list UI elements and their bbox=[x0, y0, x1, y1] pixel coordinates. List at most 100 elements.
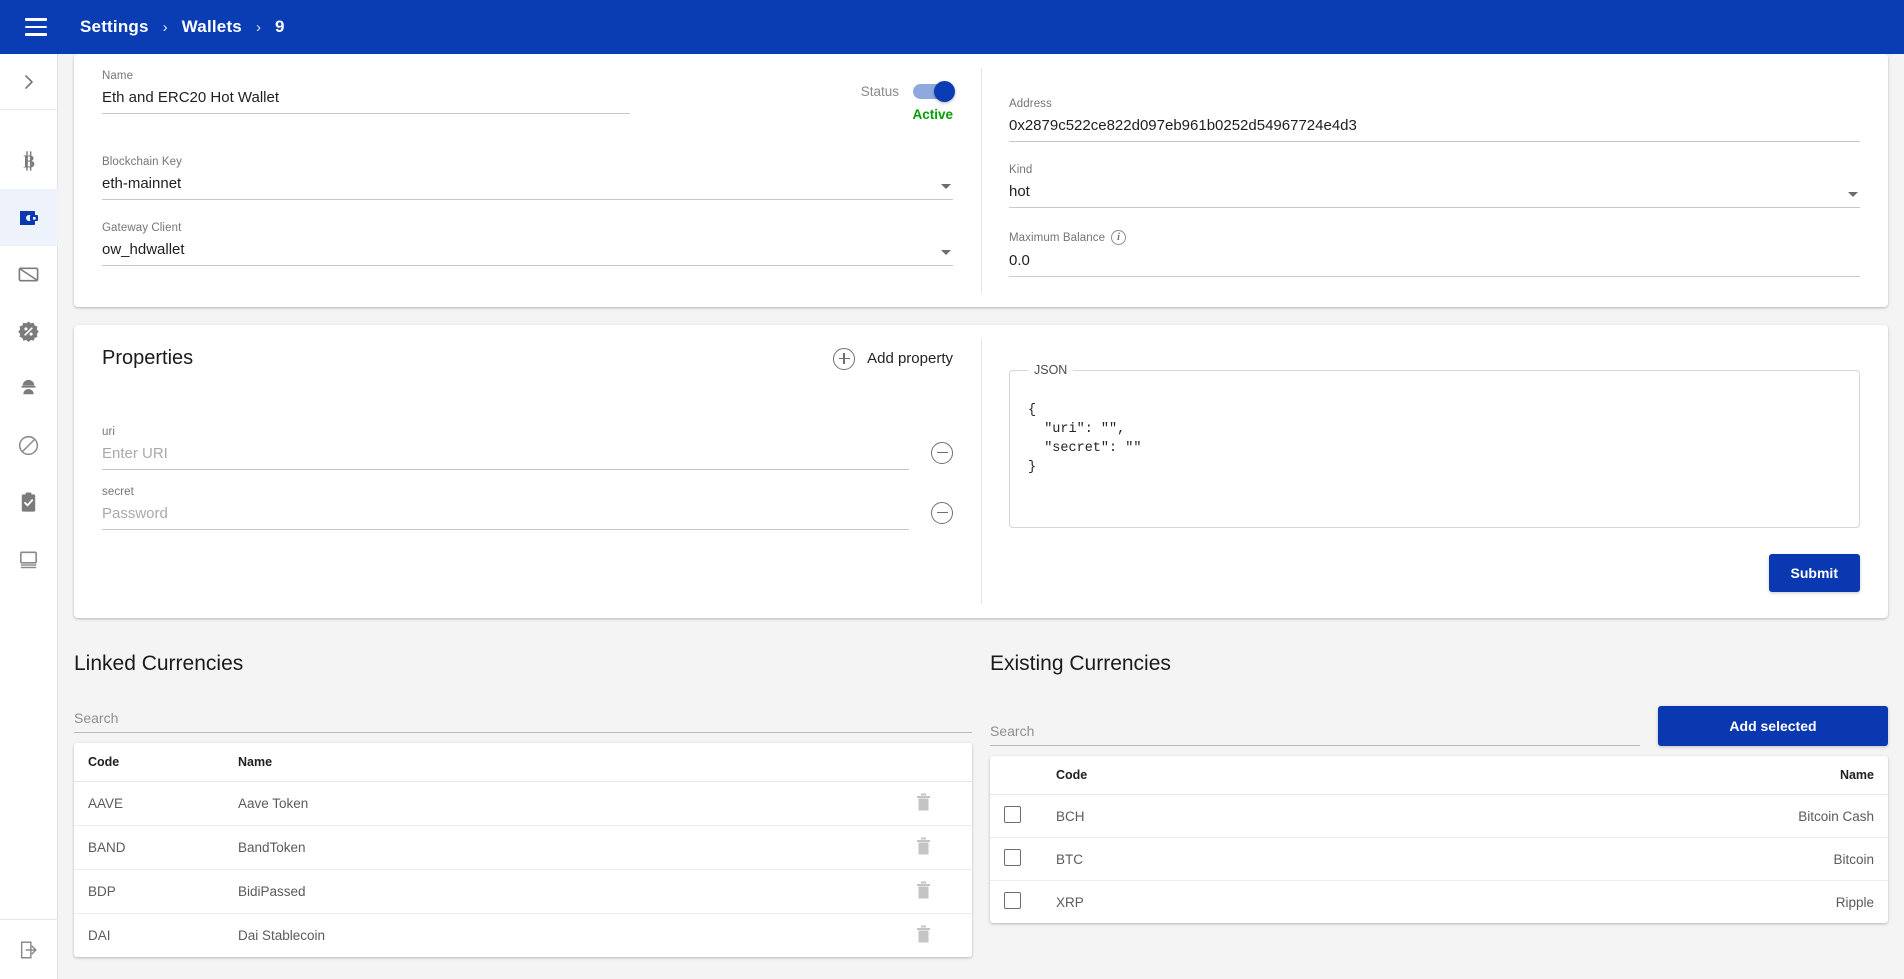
linked-cell-name: BidiPassed bbox=[224, 869, 902, 914]
sidebar-item-approvals[interactable] bbox=[0, 474, 58, 531]
kind-select[interactable] bbox=[1009, 181, 1860, 208]
existing-cell-code: BTC bbox=[1042, 837, 1384, 881]
existing-col-name: Name bbox=[1383, 756, 1888, 795]
trash-icon[interactable] bbox=[916, 925, 931, 943]
add-property-button[interactable]: Add property bbox=[833, 347, 953, 370]
name-input[interactable] bbox=[102, 87, 630, 114]
status-toggle[interactable] bbox=[913, 81, 955, 102]
wallet-details-card: Name Blockchain Key Gateway Client Statu… bbox=[74, 54, 1888, 307]
wallet-details-left: Name Blockchain Key Gateway Client Statu… bbox=[74, 70, 981, 299]
add-property-label: Add property bbox=[867, 350, 953, 367]
sidebar-expand-button[interactable] bbox=[0, 54, 58, 110]
hamburger-menu-icon[interactable] bbox=[14, 5, 58, 49]
sidebar-logout-button[interactable] bbox=[0, 919, 58, 979]
linked-currencies-title: Linked Currencies bbox=[74, 652, 244, 675]
table-row[interactable]: BDP BidiPassed bbox=[74, 869, 972, 914]
sidebar-item-restrictions[interactable] bbox=[0, 417, 58, 474]
properties-title: Properties bbox=[102, 347, 194, 369]
status-value: Active bbox=[912, 107, 953, 122]
existing-search-input[interactable] bbox=[990, 719, 1640, 746]
info-icon[interactable]: i bbox=[1111, 230, 1127, 245]
breadcrumb-item-settings[interactable]: Settings bbox=[80, 17, 149, 37]
breadcrumb: Settings › Wallets › 9 bbox=[80, 17, 285, 37]
remove-property-uri-button[interactable] bbox=[931, 442, 953, 464]
linked-col-actions bbox=[902, 743, 972, 782]
linked-currencies-table: Code Name AAVE Aave Token BAND BandToken… bbox=[74, 743, 972, 957]
linked-currencies-table-card: Code Name AAVE Aave Token BAND BandToken… bbox=[74, 743, 972, 957]
sidebar-item-bitcoin[interactable]: B bbox=[0, 132, 58, 189]
logout-icon bbox=[20, 940, 37, 959]
linked-search-field bbox=[74, 706, 972, 733]
field-maximum-balance: Maximum Balance i bbox=[1009, 230, 1860, 277]
maximum-balance-input[interactable] bbox=[1009, 250, 1860, 277]
sidebar-item-fees[interactable] bbox=[0, 303, 58, 360]
breadcrumb-separator: › bbox=[162, 18, 168, 36]
field-name: Name bbox=[102, 70, 630, 114]
linked-col-code: Code bbox=[74, 743, 224, 782]
currencies-section: Linked Currencies Code Name bbox=[58, 652, 1904, 957]
content-area: Name Blockchain Key Gateway Client Statu… bbox=[58, 54, 1904, 979]
percent-badge-icon bbox=[18, 321, 39, 342]
table-header-row: Code Name bbox=[990, 756, 1888, 795]
table-row[interactable]: XRP Ripple bbox=[990, 881, 1888, 924]
trash-icon[interactable] bbox=[916, 881, 931, 899]
submit-button[interactable]: Submit bbox=[1768, 554, 1860, 592]
field-gateway-client-label: Gateway Client bbox=[102, 222, 182, 234]
monitor-icon bbox=[20, 551, 37, 569]
existing-col-select bbox=[990, 756, 1042, 795]
sidebar-item-cards[interactable] bbox=[0, 246, 58, 303]
row-checkbox[interactable] bbox=[1004, 806, 1021, 823]
existing-cell-name: Bitcoin bbox=[1383, 837, 1888, 881]
field-maximum-balance-label: Maximum Balance i bbox=[1009, 230, 1860, 245]
row-checkbox[interactable] bbox=[1004, 849, 1021, 866]
table-row[interactable]: BCH Bitcoin Cash bbox=[990, 794, 1888, 838]
table-row[interactable]: AAVE Aave Token bbox=[74, 781, 972, 826]
breadcrumb-item-wallets[interactable]: Wallets bbox=[182, 17, 242, 37]
breadcrumb-item-id[interactable]: 9 bbox=[275, 17, 285, 37]
address-input[interactable] bbox=[1009, 115, 1860, 142]
table-row[interactable]: DAI Dai Stablecoin bbox=[74, 914, 972, 958]
blockchain-key-select[interactable] bbox=[102, 173, 953, 200]
property-secret-input[interactable] bbox=[102, 503, 909, 530]
sidebar: B bbox=[0, 54, 58, 979]
field-gateway-client: Gateway Client bbox=[102, 222, 953, 266]
remove-property-secret-button[interactable] bbox=[931, 502, 953, 524]
linked-cell-code: BDP bbox=[74, 869, 224, 914]
existing-col-code: Code bbox=[1042, 756, 1384, 795]
existing-currencies-table: Code Name BCH Bitcoin Cash BTC Bitcoin X… bbox=[990, 756, 1888, 923]
plus-circle-icon bbox=[833, 347, 856, 370]
breadcrumb-separator: › bbox=[255, 18, 261, 36]
linked-search-input[interactable] bbox=[74, 706, 972, 733]
table-row[interactable]: BTC Bitcoin bbox=[990, 837, 1888, 881]
linked-currencies-panel: Linked Currencies Code Name bbox=[74, 652, 972, 957]
property-secret-label: secret bbox=[102, 486, 134, 498]
properties-panel: Properties Add property uri secret bbox=[74, 347, 981, 592]
gateway-client-select[interactable] bbox=[102, 239, 953, 266]
linked-cell-name: Aave Token bbox=[224, 781, 902, 826]
clipboard-check-icon bbox=[21, 492, 36, 512]
status-label: Status bbox=[860, 84, 899, 99]
linked-cell-name: BandToken bbox=[224, 825, 902, 870]
sidebar-item-wallets[interactable] bbox=[0, 189, 58, 246]
field-blockchain-key-label: Blockchain Key bbox=[102, 156, 183, 168]
linked-cell-code: BAND bbox=[74, 825, 224, 870]
field-address: Address bbox=[1009, 98, 1860, 142]
trash-icon[interactable] bbox=[916, 837, 931, 855]
trash-icon[interactable] bbox=[916, 793, 931, 811]
row-checkbox[interactable] bbox=[1004, 892, 1021, 909]
property-uri-label: uri bbox=[102, 426, 116, 438]
add-selected-button[interactable]: Add selected bbox=[1658, 706, 1888, 746]
property-uri-input[interactable] bbox=[102, 443, 909, 470]
sidebar-item-workers[interactable] bbox=[0, 360, 58, 417]
json-content: { "uri": "", "secret": "" } bbox=[1028, 403, 1142, 475]
existing-currencies-table-card: Code Name BCH Bitcoin Cash BTC Bitcoin X… bbox=[990, 756, 1888, 923]
bitcoin-icon: B bbox=[23, 150, 35, 171]
json-preview-box: JSON { "uri": "", "secret": "" } bbox=[1009, 363, 1860, 528]
sidebar-item-reports[interactable] bbox=[0, 531, 58, 588]
property-row-secret: secret bbox=[102, 486, 953, 546]
linked-cell-code: DAI bbox=[88, 928, 111, 943]
json-legend: JSON bbox=[1034, 363, 1068, 377]
linked-cell-name: Dai Stablecoin bbox=[238, 928, 326, 943]
field-blockchain-key: Blockchain Key bbox=[102, 156, 953, 200]
table-row[interactable]: BAND BandToken bbox=[74, 825, 972, 870]
